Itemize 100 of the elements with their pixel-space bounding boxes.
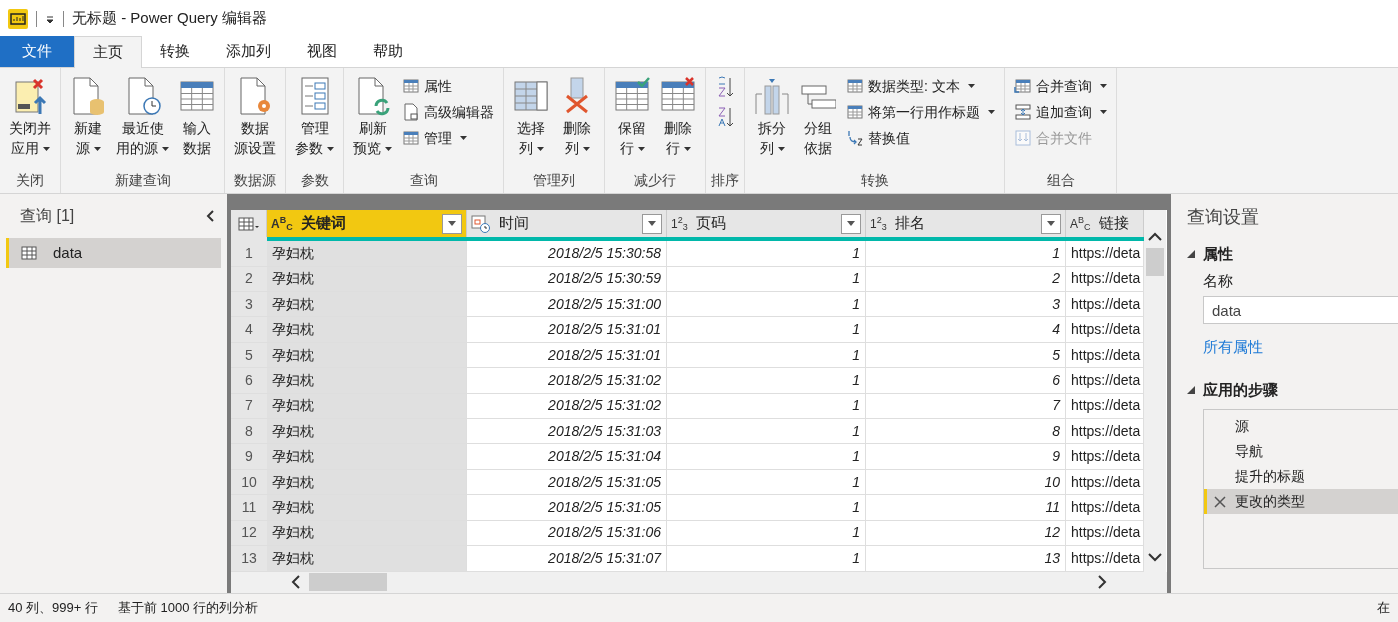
caret-icon bbox=[648, 221, 656, 227]
scroll-down-icon[interactable] bbox=[1147, 551, 1163, 564]
step-item[interactable]: 更改的类型 bbox=[1204, 489, 1398, 514]
ribbon-tab[interactable]: 主页 bbox=[74, 36, 142, 68]
scrollbar-thumb[interactable] bbox=[1146, 248, 1164, 276]
table-cell: 孕妇枕 bbox=[267, 546, 467, 571]
append-icon bbox=[1014, 103, 1032, 121]
table-cell: 1 bbox=[667, 419, 866, 444]
ribbon-button[interactable]: 属性 bbox=[398, 74, 498, 98]
table-icon bbox=[237, 216, 260, 231]
step-item[interactable]: 源 bbox=[1204, 414, 1398, 439]
row-number: 11 bbox=[231, 495, 267, 520]
step-item[interactable]: 提升的标题 bbox=[1204, 464, 1398, 489]
group-label: 排序 bbox=[711, 171, 739, 190]
step-item[interactable]: 导航 bbox=[1204, 439, 1398, 464]
group-label: 减少行 bbox=[634, 171, 676, 190]
horizontal-scrollbar[interactable] bbox=[231, 571, 1167, 593]
table-cell: 1 bbox=[667, 368, 866, 393]
table-cell: 孕妇枕 bbox=[267, 444, 467, 469]
document-gear-icon bbox=[237, 76, 273, 116]
ribbon-button[interactable]: 管理 参数 bbox=[291, 70, 338, 168]
table-cell: 孕妇枕 bbox=[267, 393, 467, 419]
ribbon-tab[interactable]: 帮助 bbox=[355, 36, 421, 67]
ribbon-button[interactable]: 合并查询 bbox=[1010, 74, 1111, 98]
query-item[interactable]: data bbox=[6, 238, 221, 268]
table-cell: 孕妇枕 bbox=[267, 292, 467, 317]
sort-ascending-icon bbox=[716, 76, 734, 98]
row-number: 7 bbox=[231, 393, 267, 419]
filter-button[interactable] bbox=[1041, 213, 1061, 234]
table-cell: 13 bbox=[866, 546, 1066, 571]
ribbon-tab[interactable]: 添加列 bbox=[208, 36, 289, 67]
table-cell: 孕妇枕 bbox=[267, 317, 467, 342]
ribbon-button[interactable]: 数据类型: 文本 bbox=[842, 74, 999, 98]
group-label: 新建查询 bbox=[114, 171, 171, 190]
ribbon-button[interactable]: 最近使 用的源 bbox=[112, 70, 173, 168]
scroll-left-icon[interactable] bbox=[289, 574, 301, 591]
table-cell: 5 bbox=[866, 342, 1066, 368]
table-cell: 4 bbox=[866, 317, 1066, 342]
caret-icon bbox=[448, 221, 456, 227]
row-number: 1 bbox=[231, 241, 267, 266]
table-cell: 1 bbox=[667, 317, 866, 342]
table-cell: 6 bbox=[866, 368, 1066, 393]
scroll-up-icon[interactable] bbox=[1147, 230, 1163, 242]
ribbon-button[interactable]: 高级编辑器 bbox=[398, 100, 498, 124]
column-name: 页码 bbox=[695, 213, 727, 234]
section-header[interactable]: 属性 bbox=[1187, 243, 1398, 266]
group-label: 关闭 bbox=[16, 171, 44, 190]
ribbon-button[interactable]: 管理 bbox=[398, 126, 498, 150]
caret-icon bbox=[536, 147, 544, 152]
filter-button[interactable] bbox=[841, 213, 861, 234]
caret-icon bbox=[777, 147, 785, 152]
ribbon-button[interactable]: 删除 行 bbox=[656, 70, 700, 168]
table-cell: 孕妇枕 bbox=[267, 469, 467, 495]
ribbon-button[interactable]: 刷新 预览 bbox=[349, 70, 396, 168]
ribbon-button[interactable]: 新建 源 bbox=[66, 70, 110, 168]
column-name: 链接 bbox=[1098, 213, 1130, 234]
collapse-icon[interactable] bbox=[205, 209, 215, 223]
delete-step-icon[interactable] bbox=[1213, 494, 1227, 509]
name-input[interactable]: data bbox=[1203, 296, 1398, 324]
ribbon-tab[interactable]: 转换 bbox=[142, 36, 208, 67]
scrollbar-thumb[interactable] bbox=[309, 573, 387, 592]
scroll-right-icon[interactable] bbox=[1097, 574, 1109, 591]
ribbon-button[interactable]: 替换值 bbox=[842, 126, 999, 150]
filter-button[interactable] bbox=[642, 213, 662, 234]
row-number: 6 bbox=[231, 368, 267, 393]
ribbon-button[interactable]: 保留 行 bbox=[610, 70, 654, 168]
table-cell: 11 bbox=[866, 495, 1066, 520]
expanded-triangle-icon bbox=[1187, 385, 1195, 394]
quick-access-dropdown-icon[interactable] bbox=[45, 13, 55, 24]
ribbon-button[interactable]: 拆分 列 bbox=[750, 70, 794, 168]
ribbon-button[interactable]: 关闭并 应用 bbox=[5, 70, 55, 168]
expanded-triangle-icon bbox=[1187, 250, 1195, 259]
filter-button[interactable] bbox=[442, 213, 462, 234]
section-header[interactable]: 应用的步骤 bbox=[1187, 378, 1398, 401]
table-cell: 2018/2/5 15:31:02 bbox=[467, 393, 667, 419]
column-header[interactable]: A$^{B}$$_{C}$ 关键词 bbox=[267, 210, 467, 238]
caret-icon bbox=[460, 136, 467, 140]
table-cell: 2018/2/5 15:31:06 bbox=[467, 520, 667, 546]
vertical-scrollbar[interactable] bbox=[1144, 210, 1166, 572]
ribbon-button[interactable]: 删除 列 bbox=[555, 70, 599, 168]
column-name: 时间 bbox=[499, 213, 530, 234]
ribbon-button[interactable]: 输入 数据 bbox=[175, 70, 219, 168]
row-number: 4 bbox=[231, 317, 267, 342]
table-cell: 1 bbox=[866, 241, 1066, 266]
ribbon-tab[interactable]: 文件 bbox=[0, 36, 74, 67]
ribbon-button[interactable]: 追加查询 bbox=[1010, 100, 1111, 124]
ribbon-button[interactable]: 数据 源设置 bbox=[230, 70, 280, 168]
ribbon-button[interactable]: 选择 列 bbox=[509, 70, 553, 168]
app-logo-icon bbox=[8, 8, 28, 29]
status-text: 在 bbox=[1377, 599, 1390, 618]
ribbon-tab[interactable]: 视图 bbox=[289, 36, 355, 67]
group-label: 参数 bbox=[300, 171, 329, 190]
all-properties-link[interactable]: 所有属性 bbox=[1203, 336, 1398, 359]
ribbon-button[interactable]: 将第一行用作标题 bbox=[842, 100, 999, 124]
window-title: 无标题 - Power Query 编辑器 bbox=[72, 8, 268, 29]
table-cell: 2018/2/5 15:31:04 bbox=[467, 444, 667, 469]
group-label: 管理列 bbox=[533, 171, 575, 190]
table-cell: 7 bbox=[866, 393, 1066, 419]
row-number: 2 bbox=[231, 266, 267, 292]
ribbon-button[interactable]: 分组 依据 bbox=[796, 70, 840, 168]
